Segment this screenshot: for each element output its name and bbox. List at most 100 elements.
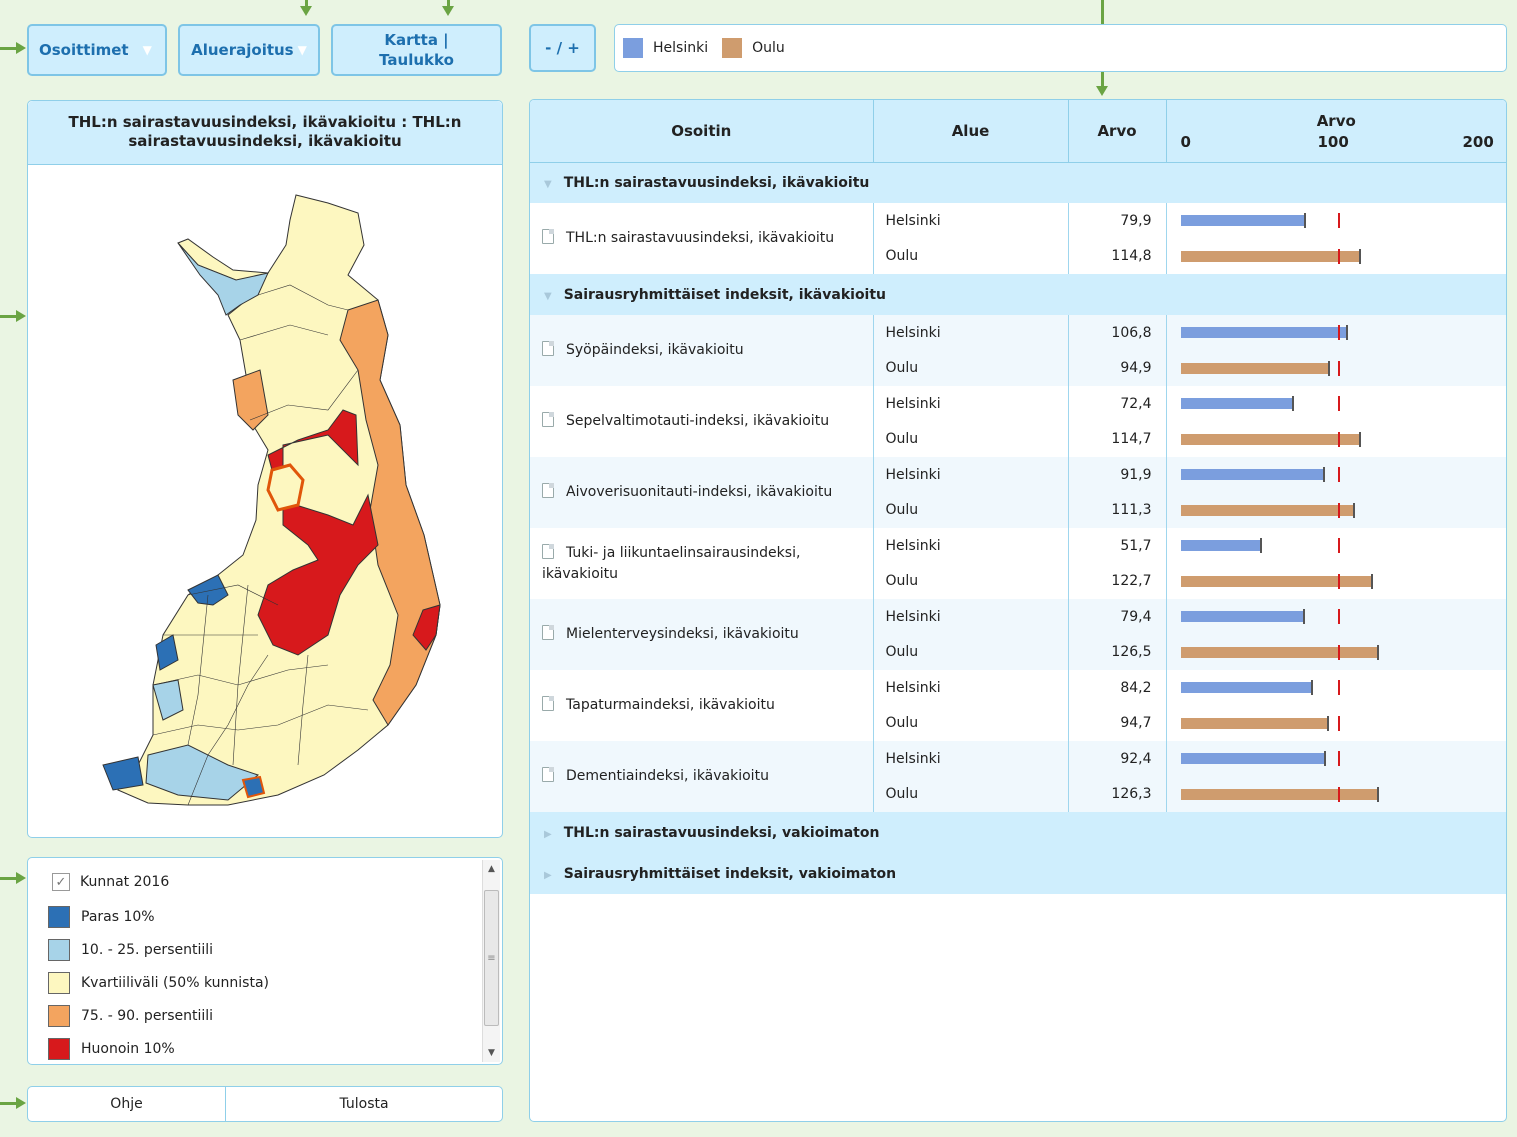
finland-choropleth-map[interactable] <box>28 165 502 837</box>
value-bar[interactable] <box>1180 327 1349 338</box>
value-bar[interactable] <box>1180 646 1380 658</box>
bar-cell <box>1166 457 1506 528</box>
zoom-toggle-button[interactable]: - / + <box>529 24 596 72</box>
header-value[interactable]: Arvo <box>1068 100 1167 163</box>
legend-class-label: 75. - 90. persentiili <box>81 1008 214 1024</box>
header-indicator[interactable]: Osoitin <box>530 100 874 163</box>
indicator-row: Mielenterveysindeksi, ikävakioitu Helsink… <box>530 599 1506 670</box>
map-region-oulu[interactable] <box>266 463 305 512</box>
value-cell: 92,4 126,3 <box>1068 741 1167 812</box>
layer-toggle[interactable]: ✓ Kunnat 2016 <box>52 870 169 894</box>
value-label: 114,7 <box>1111 431 1152 448</box>
scroll-down-icon[interactable]: ▼ <box>483 1044 500 1062</box>
area-cell: Helsinki Oulu <box>873 741 1069 812</box>
zoom-toggle-label: - / + <box>545 39 580 57</box>
value-cell: 91,9 111,3 <box>1068 457 1167 528</box>
scroll-up-icon[interactable]: ▲ <box>483 860 500 878</box>
value-label: 72,4 <box>1120 395 1152 412</box>
area-label: Helsinki <box>885 608 941 625</box>
group-row[interactable]: ▼ Sairausryhmittäiset indeksit, ikävakioi… <box>530 274 1506 315</box>
document-icon <box>542 543 554 559</box>
indicator-cell[interactable]: Aivoverisuonitauti-indeksi, ikävakioitu <box>530 457 874 528</box>
callout-arrow-footer <box>0 1097 26 1109</box>
value-bar[interactable] <box>1180 250 1361 262</box>
value-bar[interactable] <box>1180 611 1306 622</box>
bar-end-marker <box>1323 751 1326 766</box>
value-label: 106,8 <box>1111 324 1152 341</box>
value-bar[interactable] <box>1180 504 1356 516</box>
map-region-helsinki[interactable] <box>241 775 266 799</box>
bar-end-marker <box>1353 502 1356 518</box>
value-bar[interactable] <box>1180 717 1330 729</box>
value-bar[interactable] <box>1180 788 1379 800</box>
map-table-toggle-button[interactable]: Kartta | Taulukko <box>331 24 502 76</box>
value-cell: 106,8 94,9 <box>1068 315 1167 386</box>
value-bar[interactable] <box>1180 469 1325 480</box>
reference-marker <box>1337 213 1340 228</box>
chevron-right-icon[interactable]: ▶ <box>544 870 552 881</box>
value-label: 92,4 <box>1120 750 1152 767</box>
bar-cell <box>1166 528 1506 599</box>
indicators-button[interactable]: Osoittimet ▼ <box>27 24 167 76</box>
area-label: Helsinki <box>885 679 941 696</box>
bar-end-marker <box>1292 396 1295 411</box>
header-area[interactable]: Alue <box>873 100 1069 163</box>
reference-marker <box>1337 715 1340 731</box>
value-bar[interactable] <box>1180 398 1295 409</box>
scrollbar-thumb[interactable]: ≡ <box>484 890 499 1026</box>
value-bar[interactable] <box>1180 362 1330 374</box>
bar-end-marker <box>1322 467 1325 482</box>
document-icon <box>542 412 554 427</box>
group-row[interactable]: ▶ Sairausryhmittäiset indeksit, vakioimat… <box>530 853 1506 894</box>
value-bar[interactable] <box>1180 575 1374 587</box>
indicator-name: THL:n sairastavuusindeksi, ikävakioitu <box>566 230 835 246</box>
chevron-down-icon[interactable]: ▼ <box>544 179 552 190</box>
group-row[interactable]: ▼ THL:n sairastavuusindeksi, ikävakioitu <box>530 162 1506 203</box>
reference-marker <box>1337 502 1340 518</box>
area-label: Oulu <box>885 248 919 265</box>
indicator-row: Dementiaindeksi, ikävakioitu Helsinki Oulu… <box>530 741 1506 812</box>
header-chart[interactable]: Arvo 0 100 200 <box>1166 100 1506 163</box>
area-label: Helsinki <box>885 466 941 483</box>
reference-marker <box>1337 325 1340 340</box>
area-label: Oulu <box>885 360 919 377</box>
value-bar[interactable] <box>1180 433 1361 445</box>
reference-marker <box>1337 538 1340 553</box>
chevron-right-icon[interactable]: ▶ <box>544 829 552 840</box>
indicator-cell[interactable]: Sepelvaltimotauti-indeksi, ikävakioitu <box>530 386 874 457</box>
area-label: Oulu <box>885 502 919 519</box>
indicator-cell[interactable]: THL:n sairastavuusindeksi, ikävakioitu <box>530 203 874 274</box>
indicator-cell[interactable]: Mielenterveysindeksi, ikävakioitu <box>530 599 874 670</box>
callout-arrow-mapview <box>442 0 454 16</box>
area-restriction-label: Aluerajoitus <box>191 41 294 59</box>
reference-marker <box>1337 396 1340 411</box>
area-cell: Helsinki Oulu <box>873 599 1069 670</box>
value-label: 114,8 <box>1111 248 1152 265</box>
area-restriction-button[interactable]: Aluerajoitus ▼ <box>178 24 320 76</box>
value-bar[interactable] <box>1180 540 1262 551</box>
group-label: THL:n sairastavuusindeksi, vakioimaton <box>563 824 880 841</box>
value-bar[interactable] <box>1180 682 1313 693</box>
legend-label-helsinki: Helsinki <box>653 40 709 56</box>
group-row[interactable]: ▶ THL:n sairastavuusindeksi, vakioimaton <box>530 812 1506 853</box>
bar-end-marker <box>1327 360 1330 376</box>
legend-swatch-oulu <box>722 38 743 58</box>
value-bar[interactable] <box>1180 215 1306 226</box>
indicator-cell[interactable]: Syöpäindeksi, ikävakioitu <box>530 315 874 386</box>
chevron-down-icon[interactable]: ▼ <box>544 291 552 302</box>
help-button[interactable]: Ohje <box>28 1087 226 1121</box>
area-cell: Helsinki Oulu <box>873 315 1069 386</box>
bar-end-marker <box>1310 680 1313 695</box>
legend-swatch <box>48 906 70 928</box>
legend-class-best: Paras 10% <box>48 905 155 929</box>
checkbox-icon[interactable]: ✓ <box>52 873 70 891</box>
print-button[interactable]: Tulosta <box>226 1087 502 1121</box>
legend-scrollbar[interactable]: ▲ ≡ ▼ <box>482 860 500 1062</box>
indicator-name: Tapaturmaindeksi, ikävakioitu <box>566 697 775 713</box>
area-label: Helsinki <box>885 750 941 767</box>
indicator-cell[interactable]: Tapaturmaindeksi, ikävakioitu <box>530 670 874 741</box>
value-bar[interactable] <box>1180 753 1326 764</box>
indicator-cell[interactable]: Dementiaindeksi, ikävakioitu <box>530 741 874 812</box>
chevron-down-icon: ▼ <box>297 43 307 57</box>
indicator-cell[interactable]: Tuki- ja liikuntaelinsairausindeksi, ikä… <box>530 528 874 599</box>
